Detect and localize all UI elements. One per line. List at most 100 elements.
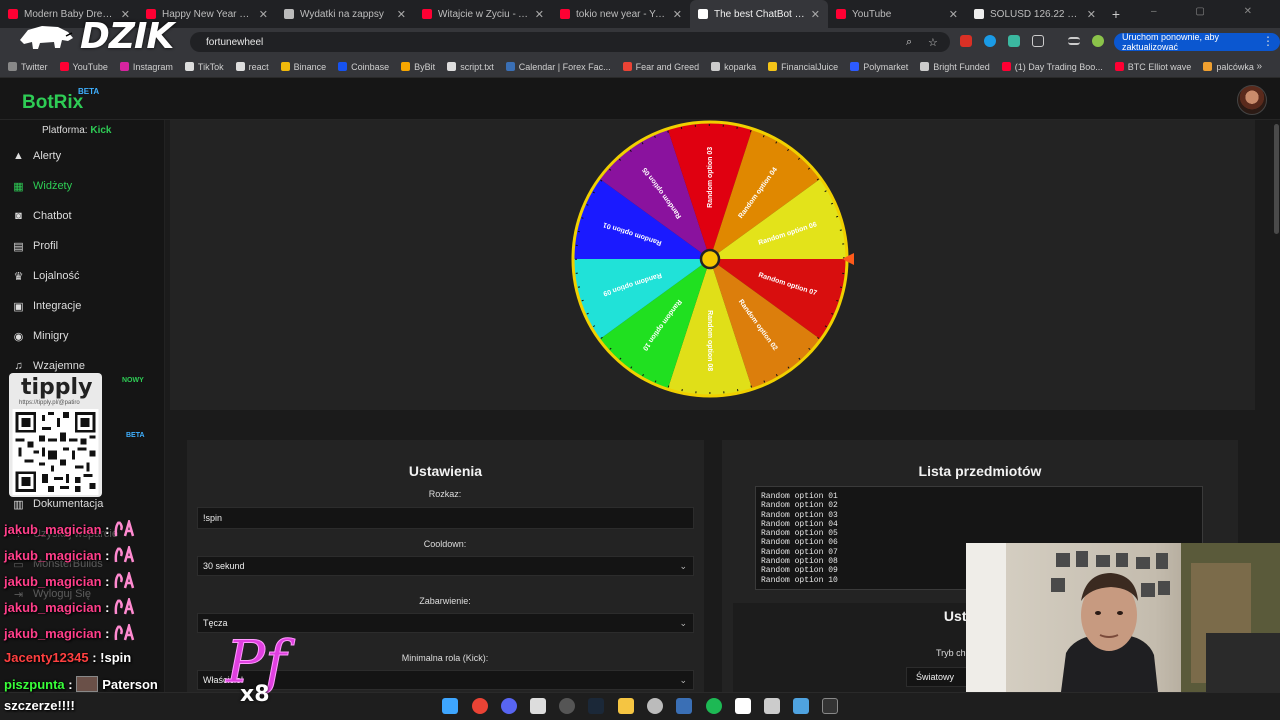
bookmark-item[interactable]: Fear and Greed — [622, 62, 699, 72]
browser-tab[interactable]: SOLUSD 126.22 ▲ +1.07% ✕ — [966, 0, 1104, 28]
sidebar-item-integracje[interactable]: ▣ Integracje — [0, 292, 165, 320]
bookmark-item[interactable]: Binance — [280, 62, 326, 72]
tab-close-icon[interactable]: ✕ — [673, 8, 682, 21]
app-icon[interactable] — [793, 698, 809, 714]
extension-icon[interactable] — [984, 35, 996, 47]
bookmark-favicon-icon — [1001, 62, 1011, 71]
update-button[interactable]: Uruchom ponownie, aby zaktualizować — [1114, 32, 1280, 52]
bookmark-item[interactable]: Polymarket — [850, 62, 908, 72]
wheel-option-label: Random option 08 — [706, 310, 713, 371]
sidebar-item-label: Widżety — [33, 180, 73, 192]
sidebar-item-minigry[interactable]: ◉ Minigry — [0, 322, 165, 350]
bookmark-item[interactable]: YouTube — [59, 62, 108, 72]
tab-close-icon[interactable]: ✕ — [811, 8, 820, 21]
tab-close-icon[interactable]: ✕ — [949, 8, 958, 21]
extensions-puzzle-icon[interactable] — [1032, 35, 1044, 47]
app-icon[interactable] — [676, 698, 692, 714]
cooldown-select[interactable]: 30 sekund ⌄ — [197, 556, 694, 576]
bookmark-favicon-icon — [235, 62, 245, 71]
bookmark-item[interactable]: script.txt — [447, 62, 494, 72]
obs-icon[interactable] — [559, 698, 575, 714]
extension-icon[interactable] — [1008, 35, 1020, 47]
scrollbar-thumb[interactable] — [1274, 124, 1279, 234]
chat-text: szczerze!!!! — [4, 698, 75, 713]
bookmark-favicon-icon — [850, 62, 860, 71]
address-bar[interactable]: fortunewheel ⌕ ☆ — [190, 32, 950, 52]
discord-icon[interactable] — [501, 698, 517, 714]
beta-badge: BETA — [78, 87, 100, 96]
settings-title: Ustawienia — [408, 463, 483, 479]
bookmark-label: TikTok — [197, 61, 224, 72]
sidebar-item-profil[interactable]: ▤ Profil — [0, 232, 165, 260]
wheel-preview-panel: Random option 01 Random option 05 Random o… — [170, 120, 1255, 410]
bookmark-item[interactable]: ByBit — [401, 62, 435, 72]
app-icon[interactable] — [735, 698, 751, 714]
bookmark-label: palcówka — [1216, 61, 1254, 72]
bookmark-favicon-icon — [622, 62, 632, 71]
extension-icon[interactable] — [960, 35, 972, 47]
bookmark-item[interactable]: (1) Day Trading Boo... — [1001, 61, 1103, 72]
chrome-icon[interactable] — [472, 698, 488, 714]
chat-text: !spin — [100, 650, 132, 665]
command-input[interactable]: !spin — [197, 507, 694, 529]
bookmark-star-icon[interactable]: ☆ — [928, 36, 938, 49]
bookmark-item[interactable]: react — [235, 62, 269, 72]
user-avatar[interactable] — [1237, 85, 1267, 115]
browser-tab[interactable]: The best ChatBot and Wi ✕ — [690, 0, 828, 28]
media-control-icon[interactable] — [1068, 37, 1080, 45]
sidebar-item-label: Integracje — [33, 300, 82, 312]
sidebar-item-wid-ety[interactable]: ▦ Widżety — [0, 172, 165, 200]
brand-logo[interactable]: BotRix — [22, 92, 83, 114]
browser-tab[interactable]: YouTube ✕ — [828, 0, 966, 28]
fortune-wheel[interactable]: Random option 01Random option 05 Random o… — [560, 120, 860, 410]
more-bookmarks-icon[interactable]: » — [1256, 61, 1262, 72]
bookmark-favicon-icon — [280, 62, 290, 71]
tab-close-icon[interactable]: ✕ — [535, 8, 544, 21]
spotify-icon[interactable] — [706, 698, 722, 714]
browser-tab[interactable]: tokio new year - YouTube ✕ — [552, 0, 690, 28]
bookmark-item[interactable]: Coinbase — [338, 62, 389, 72]
chat-message: szczerze!!!! — [4, 698, 75, 713]
tab-close-icon[interactable]: ✕ — [1087, 8, 1096, 21]
bookmark-item[interactable]: palcówka — [1203, 62, 1254, 72]
folder-icon[interactable] — [618, 698, 634, 714]
sidebar-item-alerty[interactable]: ▲ Alerty — [0, 142, 165, 170]
app-icon[interactable] — [530, 698, 546, 714]
app-icon[interactable] — [647, 698, 663, 714]
terminal-icon[interactable] — [822, 698, 838, 714]
steam-icon[interactable] — [588, 698, 604, 714]
sidebar-item-label: Dokumentacja — [33, 498, 104, 510]
profile-icon[interactable] — [1092, 35, 1104, 47]
chat-message: piszpunta : Paterson — [4, 676, 158, 692]
bookmark-item[interactable]: Bright Funded — [920, 62, 990, 72]
start-windows-icon[interactable] — [442, 698, 458, 714]
bookmark-item[interactable]: BTC Elliot wave — [1114, 62, 1191, 72]
tab-close-icon[interactable]: ✕ — [259, 8, 268, 21]
music-icon: ♫ — [14, 360, 23, 372]
bookmark-item[interactable]: TikTok — [184, 61, 224, 72]
window-controls[interactable]: – ▢ ✕ — [1151, 6, 1270, 17]
screen: Modern Baby Dream Ma✕Happy New Year Live… — [0, 0, 1280, 720]
bookmark-item[interactable]: koparka — [711, 62, 756, 72]
bookmark-item[interactable]: Twitter — [8, 62, 48, 72]
bookmark-item[interactable]: FinancialJuice — [768, 62, 838, 72]
new-tab-button[interactable]: + — [1104, 6, 1128, 22]
bookmark-item[interactable]: Calendar | Forex Fac... — [505, 62, 611, 72]
sidebar-item-lojalno-[interactable]: ♛ Lojalność — [0, 262, 165, 290]
bookmark-item[interactable]: Instagram — [119, 62, 173, 72]
browser-tab[interactable]: Witajcie w Życiu - Amway ✕ — [414, 0, 552, 28]
tab-title: Witajcie w Życiu - Amway — [438, 8, 531, 20]
wheel-hub — [699, 248, 721, 270]
tab-close-icon[interactable]: ✕ — [397, 8, 406, 21]
sidebar-item-chatbot[interactable]: ◙ Chatbot — [0, 202, 165, 230]
notepad-icon[interactable] — [764, 698, 780, 714]
zoom-icon[interactable]: ⌕ — [906, 36, 912, 49]
sidebar-item-label: Profil — [33, 240, 59, 252]
bookmark-label: (1) Day Trading Boo... — [1014, 61, 1103, 72]
bookmark-favicon-icon — [119, 62, 129, 71]
menu-kebab-icon[interactable]: ⋮ — [1262, 34, 1274, 48]
tab-favicon-icon — [698, 9, 708, 19]
browser-tab[interactable]: Wydatki na zappsy ✕ — [276, 0, 414, 28]
chat-username: jakub_magician — [4, 521, 102, 537]
bookmark-favicon-icon — [8, 62, 17, 71]
